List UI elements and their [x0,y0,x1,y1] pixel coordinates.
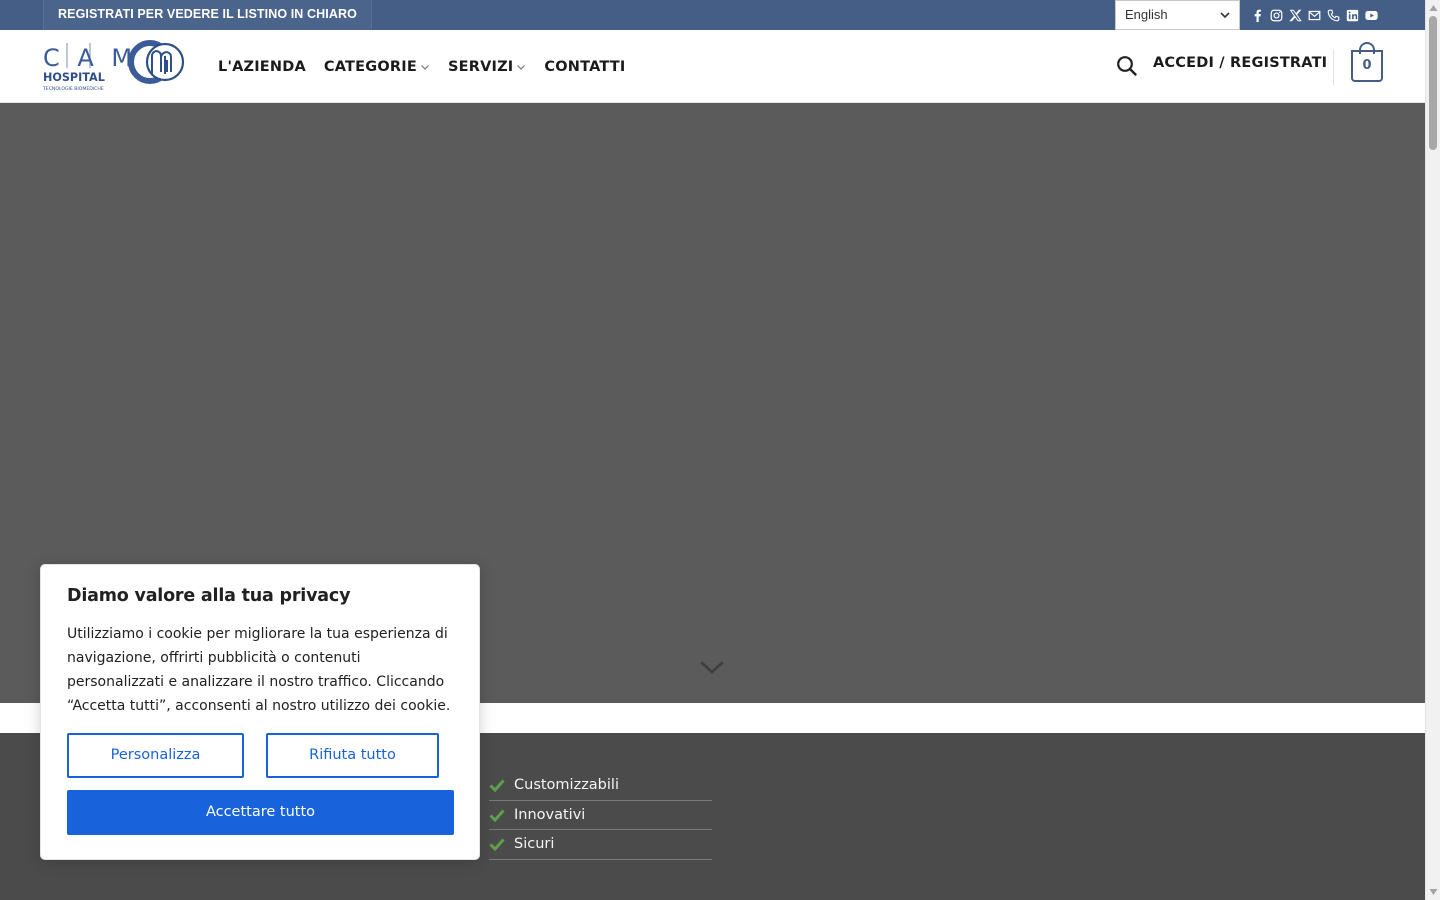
site-header: C A M HOSPITAL TECNOLOGIE BIOMEDICHE L'A… [0,30,1425,103]
feature-label: Sicuri [514,836,555,853]
nav-item-servizi[interactable]: SERVIZI [448,30,526,103]
login-register-link[interactable]: ACCEDI / REGISTRATI [1153,55,1327,71]
list-item: Innovativi [489,801,712,830]
list-item: Customizzabili [489,771,712,801]
chevron-down-icon[interactable] [698,657,726,677]
cam-hospital-logo[interactable]: C A M HOSPITAL TECNOLOGIE BIOMEDICHE [42,40,192,94]
cart-button[interactable]: 0 [1351,50,1383,82]
register-promo-link[interactable]: REGISTRATI PER VEDERE IL LISTINO IN CHIA… [43,0,372,30]
scroll-up-arrow-icon[interactable] [1429,4,1438,12]
feature-list: Customizzabili Innovativi Sicuri [489,771,712,860]
check-icon [489,838,505,852]
linkedin-icon[interactable] [1345,6,1359,24]
email-icon[interactable] [1307,6,1321,24]
youtube-icon[interactable] [1364,6,1378,24]
logo-text-hospital: HOSPITAL [43,71,105,84]
nav-item-label: SERVIZI [447,58,514,75]
check-icon [489,809,505,822]
social-links [1250,6,1378,24]
chevron-down-icon [517,64,526,70]
nav-item-label: CATEGORIE [323,58,417,75]
nav-item-label: L'AZIENDA [218,58,306,75]
feature-label: Innovativi [514,806,586,823]
language-select[interactable]: English [1115,0,1240,30]
scroll-down-arrow-icon[interactable] [1429,888,1438,896]
customize-button[interactable]: Personalizza [67,733,244,778]
check-icon [489,779,505,793]
cookie-consent-dialog: Diamo valore alla tua privacy Utilizziam… [40,564,480,860]
nav-item-categorie[interactable]: CATEGORIE [324,30,430,103]
nav-item-azienda[interactable]: L'AZIENDA [218,30,306,103]
nav-item-label: CONTATTI [544,58,626,75]
list-item: Sicuri [489,830,712,860]
main-nav: L'AZIENDA CATEGORIE SERVIZI CONTATTI [218,30,643,103]
top-bar: REGISTRATI PER VEDERE IL LISTINO IN CHIA… [0,0,1425,30]
cookie-title: Diamo valore alla tua privacy [67,586,351,606]
feature-label: Customizzabili [514,777,619,794]
accept-all-button[interactable]: Accettare tutto [67,790,454,835]
language-selected-value: English [1125,7,1168,22]
instagram-icon[interactable] [1269,6,1283,24]
cookie-description: Utilizziamo i cookie per migliorare la t… [67,626,451,714]
phone-icon[interactable] [1326,6,1340,24]
facebook-icon[interactable] [1250,6,1264,24]
nav-item-contatti[interactable]: CONTATTI [544,30,625,103]
search-icon[interactable] [1116,55,1138,77]
page-scrollbar[interactable] [1425,0,1440,900]
reject-all-button[interactable]: Rifiuta tutto [266,733,439,778]
x-icon[interactable] [1288,6,1302,24]
scrollbar-thumb[interactable] [1429,16,1437,150]
chevron-down-icon [1220,12,1230,19]
header-divider [1333,49,1334,85]
chevron-down-icon [421,64,429,70]
logo-text-tagline: TECNOLOGIE BIOMEDICHE [42,86,104,92]
